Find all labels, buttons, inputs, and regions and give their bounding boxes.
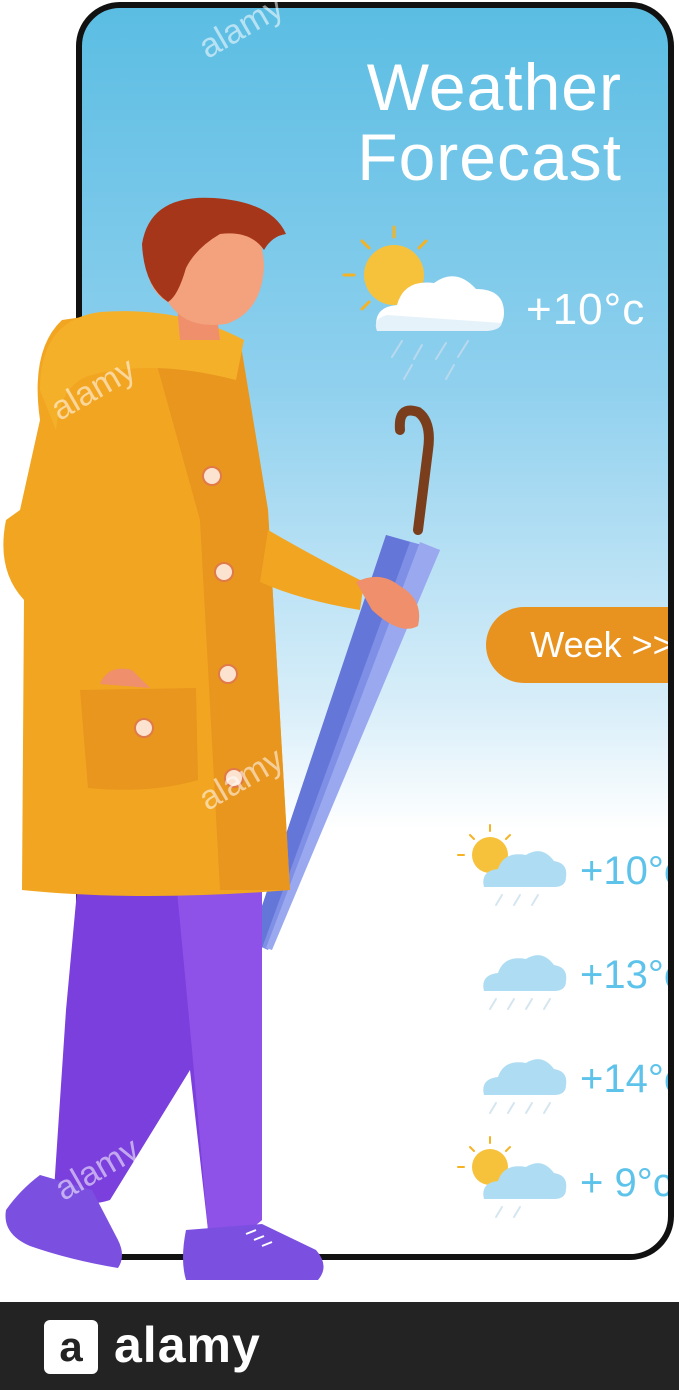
brand-name: alamy <box>114 1317 261 1373</box>
cloud-rain-icon <box>483 955 567 1010</box>
forecast-row: + 9°c <box>456 1135 673 1225</box>
app-title: Weather Forecast <box>262 52 622 192</box>
forecast-row: +13°c <box>456 927 674 1017</box>
title-line-1: Weather <box>366 50 622 124</box>
current-temperature: +10°c <box>526 285 646 334</box>
forecast-row: +14°c <box>456 1031 674 1121</box>
brand-logo-icon: a <box>44 1320 98 1374</box>
forecast-row: +10°c <box>456 823 674 913</box>
week-button[interactable]: Week >> <box>486 607 668 683</box>
forecast-temperature: +10°c <box>580 849 674 893</box>
forecast-temperature: +14°c <box>580 1057 674 1101</box>
title-line-2: Forecast <box>357 120 622 194</box>
forecast-temperature: +13°c <box>580 953 674 997</box>
cloud-rain-icon <box>483 1059 567 1114</box>
person-illustration <box>3 197 440 1280</box>
sun-cloud-rain-icon <box>457 1136 567 1218</box>
sun-cloud-rain-icon <box>457 824 567 906</box>
footer-bar: a alamy <box>0 1302 679 1390</box>
forecast-temperature: + 9°c <box>580 1161 673 1205</box>
